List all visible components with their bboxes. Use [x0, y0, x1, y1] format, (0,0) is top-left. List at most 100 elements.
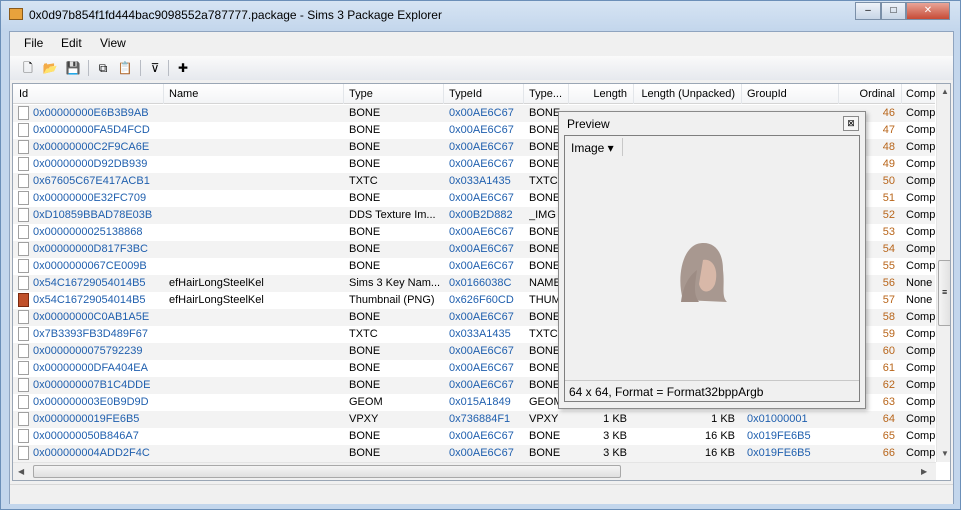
paste-icon[interactable]: 📋: [117, 60, 133, 76]
cell-tag: BONE: [529, 192, 561, 204]
cell-type: DDS Texture Im...: [349, 209, 436, 221]
list-header: Id Name Type TypeId Type... Length Length (Unp…: [13, 84, 939, 104]
column-divider: [838, 84, 839, 104]
cell-ulen: 16 KB: [705, 447, 735, 459]
column-header-groupid[interactable]: GroupId: [747, 88, 787, 100]
column-header-compr[interactable]: Compr: [906, 88, 939, 100]
column-header-length-unpacked[interactable]: Length (Unpacked): [641, 88, 735, 100]
file-icon: [18, 225, 29, 239]
add-icon[interactable]: ✚: [175, 60, 191, 76]
app-window: 0x0d97b854f1fd444bac9098552a787777.packa…: [0, 0, 961, 510]
horizontal-scrollbar[interactable]: ◀ ▶: [13, 462, 936, 480]
cell-ord: 62: [882, 379, 895, 391]
cell-comp: Compr: [906, 362, 940, 374]
new-file-icon[interactable]: 🗋: [20, 60, 36, 76]
preview-close-button[interactable]: ⊠: [843, 116, 859, 131]
cell-type: Sims 3 Key Nam...: [349, 277, 441, 289]
title-bar: 0x0d97b854f1fd444bac9098552a787777.packa…: [1, 1, 960, 29]
cell-type: VPXY: [349, 413, 379, 425]
table-row[interactable]: 0x000000004ADD2F4C BONE 0x00AE6C67 BONE 3 KB…: [13, 445, 939, 462]
preview-window[interactable]: Preview ⊠ Image ▾ 64 x 64, Format = Form…: [558, 111, 866, 409]
scroll-right-icon[interactable]: ▶: [921, 467, 927, 476]
cell-id: 0x000000004ADD2F4C: [33, 447, 150, 459]
menu-file[interactable]: File: [24, 36, 43, 50]
scroll-down-icon[interactable]: ▼: [941, 449, 949, 458]
vertical-scroll-thumb[interactable]: ≡: [938, 260, 950, 326]
cell-ord: 47: [882, 124, 895, 136]
vertical-scrollbar[interactable]: ▲ ≡ ▼: [936, 84, 950, 462]
column-header-name[interactable]: Name: [169, 88, 198, 100]
cell-tag: BONE: [529, 158, 561, 170]
cell-tag: BONE: [529, 107, 561, 119]
close-button[interactable]: ✕: [906, 2, 950, 20]
cell-typeid: 0x00AE6C67: [449, 243, 514, 255]
maximize-button[interactable]: □: [881, 2, 906, 20]
cell-id: 0x67605C67E417ACB1: [33, 175, 150, 187]
preview-title: Preview: [567, 117, 610, 131]
copy-icon[interactable]: ⧉: [95, 60, 111, 76]
file-icon: [18, 174, 29, 188]
toolbar-separator: [88, 60, 89, 76]
file-icon: [18, 378, 29, 392]
column-header-type[interactable]: Type: [349, 88, 373, 100]
cell-id: 0x000000007B1C4DDE: [33, 379, 151, 391]
filter-icon[interactable]: ⊽: [147, 60, 163, 76]
toolbar-separator: [622, 138, 623, 156]
toolbar-separator: [140, 60, 141, 76]
cell-id: 0x00000000D817F3BC: [33, 243, 148, 255]
cell-tag: VPXY: [529, 413, 559, 425]
cell-type: BONE: [349, 226, 381, 238]
table-row[interactable]: 0x000000050B846A7 BONE 0x00AE6C67 BONE 3 KB 1…: [13, 428, 939, 445]
cell-typeid: 0x00AE6C67: [449, 345, 514, 357]
cell-typeid: 0x00AE6C67: [449, 192, 514, 204]
file-icon: [18, 361, 29, 375]
cell-typeid: 0x00AE6C67: [449, 124, 514, 136]
cell-ord: 54: [882, 243, 895, 255]
cell-id: 0x00000000C0AB1A5E: [33, 311, 150, 323]
cell-type: BONE: [349, 107, 381, 119]
cell-tag: BONE: [529, 362, 561, 374]
cell-comp: None: [906, 294, 933, 306]
column-header-length[interactable]: Length: [593, 88, 627, 100]
cell-tag: BONE: [529, 430, 561, 442]
minimize-button[interactable]: –: [855, 2, 881, 20]
save-icon[interactable]: 💾: [65, 60, 81, 76]
cell-comp: Compr: [906, 141, 940, 153]
menu-edit[interactable]: Edit: [61, 36, 82, 50]
file-icon: [18, 310, 29, 324]
cell-len: 3 KB: [603, 430, 627, 442]
cell-ulen: 16 KB: [705, 430, 735, 442]
open-folder-icon[interactable]: 📂: [42, 60, 58, 76]
file-icon: [18, 191, 29, 205]
menu-view[interactable]: View: [100, 36, 126, 50]
cell-comp: None: [906, 277, 933, 289]
cell-tag: TXTC: [529, 328, 558, 340]
cell-ulen: 1 KB: [711, 413, 735, 425]
scroll-up-icon[interactable]: ▲: [941, 87, 949, 96]
cell-name: efHairLongSteelKel: [169, 277, 264, 289]
cell-type: BONE: [349, 311, 381, 323]
cell-tag: BONE: [529, 379, 561, 391]
column-divider: [901, 84, 902, 104]
image-format-text: 64 x 64, Format = Format32bppArgb: [569, 385, 764, 399]
preview-mode-dropdown[interactable]: Image ▾: [571, 141, 614, 155]
cell-typeid: 0x00AE6C67: [449, 158, 514, 170]
file-icon: [18, 429, 29, 443]
scroll-left-icon[interactable]: ◀: [18, 467, 24, 476]
cell-ord: 57: [882, 294, 895, 306]
horizontal-scroll-thumb[interactable]: [33, 465, 621, 478]
column-header-ordinal[interactable]: Ordinal: [860, 88, 895, 100]
column-header-typeid[interactable]: TypeId: [449, 88, 482, 100]
file-icon: [18, 140, 29, 154]
cell-typeid: 0x00AE6C67: [449, 362, 514, 374]
cell-typeid: 0x0166038C: [449, 277, 512, 289]
column-header-type[interactable]: Type...: [529, 88, 562, 100]
window-title: 0x0d97b854f1fd444bac9098552a787777.packa…: [29, 8, 442, 22]
cell-typeid: 0x00AE6C67: [449, 141, 514, 153]
column-header-id[interactable]: Id: [19, 88, 28, 100]
cell-id: 0x00000000DFA404EA: [33, 362, 148, 374]
cell-typeid: 0x00AE6C67: [449, 430, 514, 442]
cell-tag: BONE: [529, 124, 561, 136]
table-row[interactable]: 0x0000000019FE6B5 VPXY 0x736884F1 VPXY 1 KB 1…: [13, 411, 939, 428]
cell-comp: Compr: [906, 209, 940, 221]
